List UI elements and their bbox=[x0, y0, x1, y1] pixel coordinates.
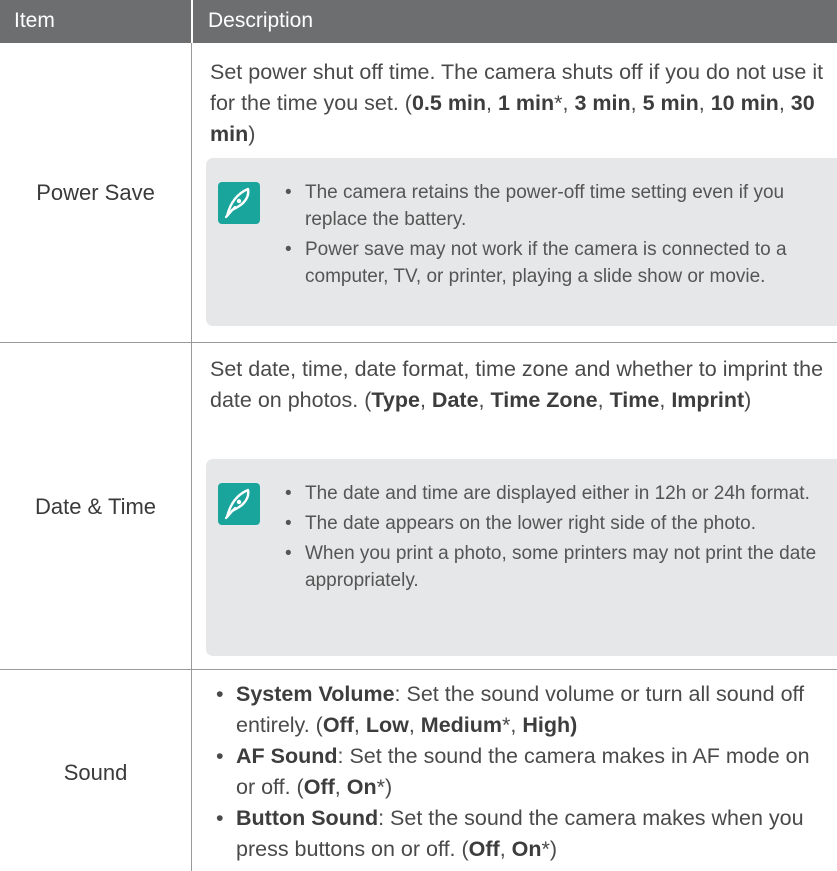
row-label-sound: Sound bbox=[63, 760, 128, 785]
list-item: AF Sound: Set the sound the camera makes… bbox=[210, 741, 834, 803]
power-save-description: Set power shut off time. The camera shut… bbox=[210, 60, 824, 146]
header-divider bbox=[191, 0, 193, 43]
note-box: The camera retains the power-off time se… bbox=[206, 158, 837, 326]
sound-options-list: System Volume: Set the sound volume or t… bbox=[210, 679, 834, 865]
list-item: Button Sound: Set the sound the camera m… bbox=[210, 803, 834, 865]
row-label-power-save: Power Save bbox=[36, 180, 155, 205]
header-description: Description bbox=[208, 9, 314, 32]
note-item: The date and time are displayed either i… bbox=[279, 480, 827, 507]
header-item: Item bbox=[14, 9, 55, 32]
note-item: The camera retains the power-off time se… bbox=[279, 179, 827, 233]
note-item: The date appears on the lower right side… bbox=[279, 510, 827, 537]
note-box: The date and time are displayed either i… bbox=[206, 459, 837, 656]
pen-nib-icon bbox=[218, 483, 260, 525]
table-header: Item Description bbox=[0, 0, 837, 43]
row-label-date-time: Date & Time bbox=[34, 494, 157, 519]
pen-nib-icon bbox=[218, 182, 260, 224]
note-list: The camera retains the power-off time se… bbox=[279, 179, 827, 293]
note-item: When you print a photo, some printers ma… bbox=[279, 540, 827, 594]
date-time-description: Set date, time, date format, time zone a… bbox=[210, 357, 824, 412]
row-divider bbox=[0, 669, 837, 670]
list-item: System Volume: Set the sound volume or t… bbox=[210, 679, 834, 741]
note-item: Power save may not work if the camera is… bbox=[279, 236, 827, 290]
note-list: The date and time are displayed either i… bbox=[279, 480, 827, 597]
row-divider bbox=[0, 342, 837, 343]
column-divider bbox=[191, 43, 192, 871]
